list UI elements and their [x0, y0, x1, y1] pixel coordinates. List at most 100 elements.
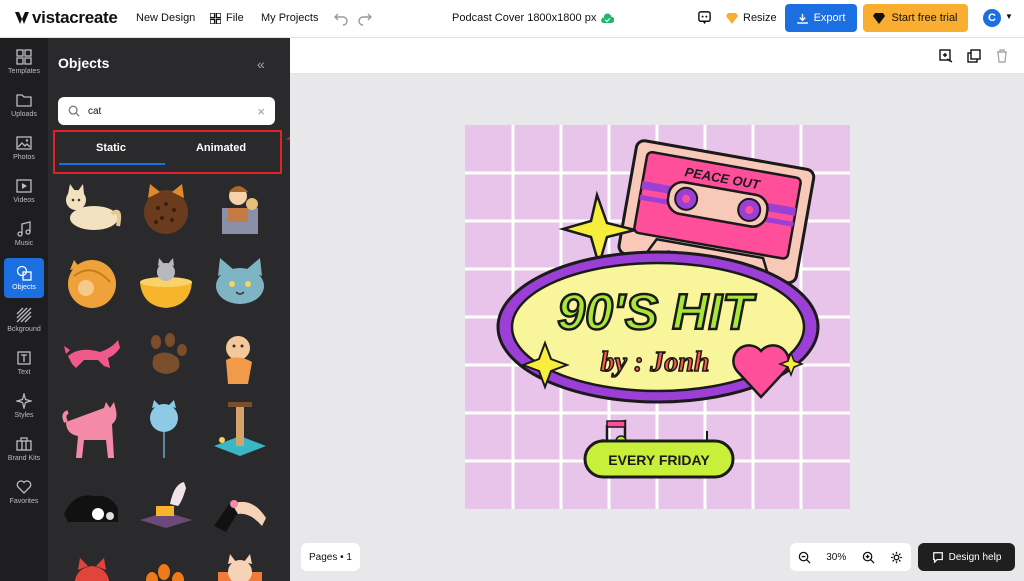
- design-help-button[interactable]: Design help: [918, 543, 1015, 571]
- badge-text: EVERY FRIDAY: [608, 452, 710, 468]
- zoom-level: 30%: [826, 551, 847, 563]
- object-tile[interactable]: [60, 252, 124, 312]
- export-button[interactable]: Export: [785, 4, 857, 32]
- briefcase-icon: [16, 437, 32, 451]
- panel-title: Objects: [58, 55, 110, 71]
- object-tile[interactable]: [208, 474, 272, 534]
- feedback-icon[interactable]: [697, 10, 712, 30]
- sidebar-item-brand-kits[interactable]: Brand Kits: [0, 429, 48, 469]
- tab-animated[interactable]: Animated: [171, 142, 271, 154]
- sidebar-item-label: Text: [17, 369, 31, 376]
- new-design-label: New Design: [136, 12, 196, 24]
- sidebar-item-label: Uploads: [11, 111, 37, 118]
- music-icon: [17, 221, 31, 237]
- design-artboard[interactable]: PEACE OUT 90'S HIT by : Jonh EVERY FRIDA…: [465, 125, 850, 509]
- sidebar-item-objects[interactable]: Objects: [4, 258, 44, 298]
- sidebar-item-videos[interactable]: Videos: [0, 171, 48, 211]
- sidebar-item-templates[interactable]: Templates: [0, 42, 48, 82]
- document-title[interactable]: Podcast Cover 1800x1800 px: [452, 12, 615, 24]
- pages-button[interactable]: Pages • 1: [301, 543, 360, 571]
- search-box[interactable]: ×: [58, 97, 275, 125]
- object-tile[interactable]: [134, 252, 198, 312]
- sidebar-rail: Templates Uploads Photos Videos Music Ob…: [0, 38, 48, 581]
- redo-icon[interactable]: [357, 10, 373, 31]
- add-page-icon[interactable]: [939, 49, 953, 63]
- sidebar-item-music[interactable]: Music: [0, 214, 48, 254]
- avatar[interactable]: C: [983, 9, 1001, 27]
- object-tile[interactable]: [134, 548, 198, 581]
- object-tile[interactable]: [134, 178, 198, 238]
- objects-tabs: Static Animated: [53, 130, 282, 174]
- sidebar-item-label: Styles: [14, 412, 34, 419]
- my-projects-label: My Projects: [261, 12, 319, 24]
- new-design-button[interactable]: New Design: [136, 12, 195, 24]
- sparkle-icon: [16, 393, 32, 409]
- trash-icon[interactable]: [995, 49, 1009, 63]
- play-icon: [16, 179, 32, 193]
- object-tile[interactable]: [60, 400, 124, 460]
- search-input[interactable]: [88, 105, 238, 117]
- trial-label: Start free trial: [891, 12, 958, 24]
- zoom-in-icon[interactable]: [862, 551, 875, 564]
- sidebar-item-photos[interactable]: Photos: [0, 128, 48, 168]
- shapes-icon: [16, 265, 32, 281]
- document-title-label: Podcast Cover 1800x1800 px: [452, 12, 597, 24]
- resize-button[interactable]: Resize: [726, 12, 777, 24]
- byline-text: by : Jonh: [601, 347, 710, 378]
- diamond-icon: [726, 12, 738, 24]
- object-tile[interactable]: [208, 400, 272, 460]
- object-tile[interactable]: [208, 178, 272, 238]
- duplicate-icon[interactable]: [967, 49, 981, 63]
- file-label: File: [226, 12, 244, 24]
- object-tile[interactable]: [134, 400, 198, 460]
- settings-icon[interactable]: [890, 551, 903, 564]
- sidebar-item-label: Videos: [13, 197, 35, 204]
- folder-icon: [16, 94, 32, 107]
- my-projects-button[interactable]: My Projects: [261, 12, 318, 24]
- stripes-icon: [16, 307, 32, 323]
- canvas-toolbar: [290, 38, 1024, 74]
- templates-icon: [16, 49, 32, 65]
- sidebar-item-label: Templates: [8, 68, 40, 75]
- object-tile[interactable]: [60, 178, 124, 238]
- export-label: Export: [813, 12, 846, 24]
- pages-label: Pages • 1: [309, 551, 352, 563]
- top-bar: vistacreate New Design File My Projects …: [0, 0, 1024, 38]
- zoom-out-icon[interactable]: [798, 551, 811, 564]
- object-tile[interactable]: [60, 326, 124, 386]
- chat-icon: [932, 552, 943, 563]
- sidebar-item-label: Photos: [13, 154, 35, 161]
- sidebar-item-uploads[interactable]: Uploads: [0, 85, 48, 125]
- diamond-icon: [873, 12, 886, 24]
- cloud-saved-icon: [601, 12, 615, 23]
- start-free-trial-button[interactable]: Start free trial: [863, 4, 968, 32]
- image-icon: [16, 136, 32, 150]
- undo-icon[interactable]: [333, 10, 349, 31]
- logo-icon: [15, 12, 29, 24]
- heart-icon: [16, 480, 32, 494]
- sidebar-item-text[interactable]: Text: [0, 343, 48, 383]
- object-tile[interactable]: [134, 326, 198, 386]
- clear-search-icon[interactable]: ×: [257, 104, 265, 119]
- sidebar-item-background[interactable]: Bckground: [0, 300, 48, 340]
- sidebar-item-label: Objects: [12, 284, 36, 291]
- text-icon: [17, 351, 31, 365]
- object-tile[interactable]: [208, 326, 272, 386]
- object-tile[interactable]: [208, 252, 272, 312]
- resize-label: Resize: [743, 12, 777, 24]
- object-tile[interactable]: [60, 548, 124, 581]
- sidebar-item-styles[interactable]: Styles: [0, 386, 48, 426]
- object-tile[interactable]: [208, 548, 272, 581]
- object-tile[interactable]: [60, 474, 124, 534]
- search-icon: [68, 105, 80, 117]
- chevron-down-icon[interactable]: ▼: [1005, 12, 1013, 21]
- collapse-panel-icon[interactable]: «: [257, 56, 265, 72]
- object-tile[interactable]: [134, 474, 198, 534]
- brand-logo[interactable]: vistacreate: [14, 8, 118, 28]
- sidebar-item-label: Bckground: [7, 326, 41, 333]
- tab-static[interactable]: Static: [61, 142, 161, 154]
- objects-panel: Objects « × Static Animated: [48, 38, 290, 581]
- file-menu[interactable]: File: [210, 12, 244, 24]
- sidebar-item-favorites[interactable]: Favorites: [0, 472, 48, 512]
- brand-wordmark: vistacreate: [32, 8, 118, 27]
